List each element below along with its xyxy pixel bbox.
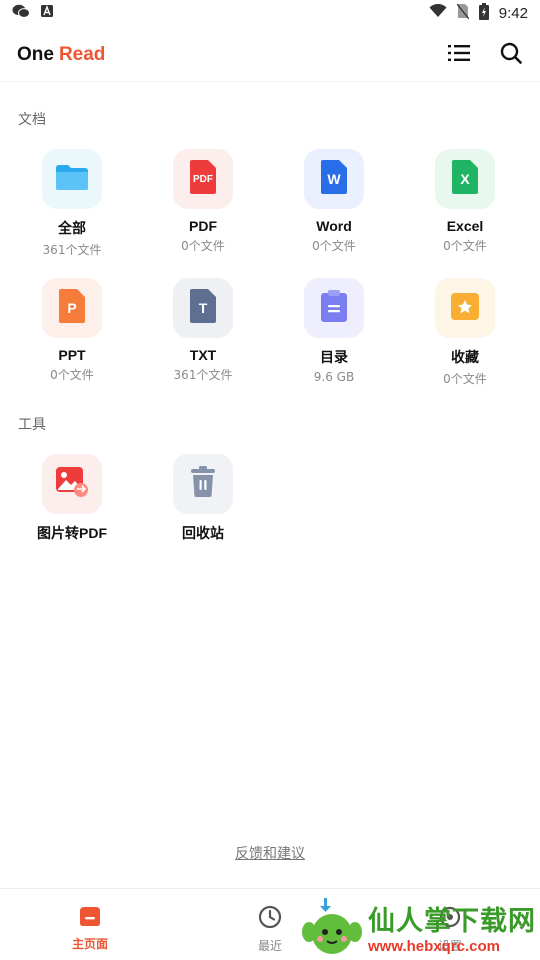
- doc-label: Excel: [446, 218, 484, 234]
- catalog-icon: [320, 289, 348, 327]
- battery-icon: [478, 2, 489, 24]
- doc-folder[interactable]: 全部 361个文件: [12, 149, 132, 258]
- doc-count: 361个文件: [173, 368, 233, 382]
- doc-tile: [304, 278, 364, 338]
- doc-count: 0个文件: [443, 372, 487, 386]
- no-sim-icon: [456, 3, 470, 23]
- status-bar: 9:42: [0, 0, 540, 26]
- doc-tile: [42, 149, 102, 209]
- search-button[interactable]: [496, 40, 526, 70]
- doc-word[interactable]: W Word 0个文件: [274, 149, 394, 254]
- wechat-icon: [12, 4, 30, 22]
- app-title: One Read: [17, 44, 105, 66]
- doc-label: TXT: [189, 347, 217, 363]
- tool-label: 回收站: [182, 525, 224, 541]
- search-icon: [500, 42, 522, 68]
- notification-icon: [40, 4, 54, 22]
- doc-count: 0个文件: [312, 239, 356, 253]
- wifi-icon: [429, 3, 447, 22]
- ppt-icon: P: [57, 288, 87, 328]
- folder-icon: [55, 163, 89, 195]
- svg-text:X: X: [460, 171, 470, 187]
- doc-tile: T: [173, 278, 233, 338]
- image-to-pdf-icon: [55, 466, 89, 502]
- doc-txt[interactable]: T TXT 361个文件: [143, 278, 263, 383]
- watermark-url: www.hebxqrc.com: [368, 937, 500, 955]
- doc-catalog[interactable]: 目录 9.6 GB: [274, 278, 394, 384]
- pdf-icon: PDF: [188, 159, 218, 199]
- clock-time: 9:42: [498, 4, 528, 22]
- list-view-button[interactable]: [444, 40, 474, 70]
- watermark-title: 仙人掌下载网: [368, 905, 536, 937]
- clock-icon: [258, 905, 282, 933]
- tab-recent-label: 最近: [257, 939, 282, 953]
- list-icon: [448, 44, 470, 66]
- feedback-link[interactable]: 反馈和建议: [0, 843, 540, 863]
- star-folder-icon: [450, 291, 480, 325]
- tab-home[interactable]: 主页面: [0, 889, 180, 960]
- doc-tile: PDF: [173, 149, 233, 209]
- tool-tile: [42, 454, 102, 514]
- doc-count: 9.6 GB: [313, 370, 355, 384]
- trash-icon: [189, 466, 217, 502]
- doc-label: PDF: [189, 218, 217, 234]
- svg-text:T: T: [199, 300, 208, 316]
- svg-text:PDF: PDF: [193, 174, 213, 185]
- tool-trash[interactable]: 回收站: [143, 454, 263, 543]
- doc-excel[interactable]: X Excel 0个文件: [405, 149, 525, 254]
- tool-image-to-pdf[interactable]: 图片转PDF: [12, 454, 132, 543]
- doc-count: 0个文件: [443, 239, 487, 253]
- doc-count: 0个文件: [181, 239, 225, 253]
- doc-label: 全部: [58, 220, 86, 236]
- doc-label: 目录: [320, 349, 348, 365]
- doc-tile: [435, 278, 495, 338]
- doc-star-folder[interactable]: 收藏 0个文件: [405, 278, 525, 387]
- doc-label: PPT: [58, 347, 86, 363]
- watermark: 仙人掌下载网 www.hebxqrc.com: [300, 893, 540, 960]
- txt-icon: T: [188, 288, 218, 328]
- tool-tile: [173, 454, 233, 514]
- doc-pdf[interactable]: PDF PDF 0个文件: [143, 149, 263, 254]
- doc-count: 0个文件: [50, 368, 94, 382]
- tools-section-title: 工具: [18, 417, 46, 433]
- tab-home-label: 主页面: [71, 937, 108, 951]
- doc-tile: P: [42, 278, 102, 338]
- home-icon: [78, 905, 102, 931]
- documents-section-title: 文档: [18, 112, 46, 128]
- brand-one: One: [17, 43, 54, 65]
- word-icon: W: [319, 159, 349, 199]
- svg-text:W: W: [327, 171, 341, 187]
- cactus-logo-icon: [300, 894, 364, 960]
- doc-count: 361个文件: [42, 243, 102, 257]
- doc-tile: X: [435, 149, 495, 209]
- tool-label: 图片转PDF: [37, 525, 107, 541]
- doc-ppt[interactable]: P PPT 0个文件: [12, 278, 132, 383]
- svg-text:P: P: [67, 300, 76, 316]
- doc-tile: W: [304, 149, 364, 209]
- app-bar: One Read: [0, 28, 540, 82]
- brand-read: Read: [58, 43, 106, 65]
- doc-label: Word: [316, 218, 352, 234]
- excel-icon: X: [450, 159, 480, 199]
- doc-label: 收藏: [451, 349, 479, 365]
